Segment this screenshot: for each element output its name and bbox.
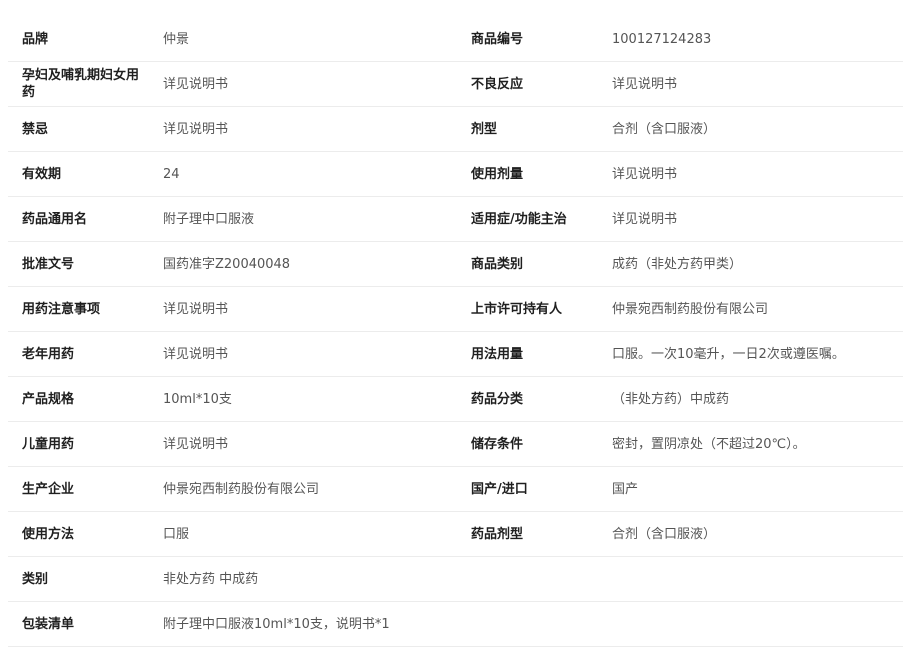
spec-value: 详见说明书: [163, 301, 229, 317]
spec-label: 药品通用名: [22, 211, 88, 227]
spec-row-category: 类别 非处方药 中成药: [8, 557, 903, 602]
spec-label: 不良反应: [471, 76, 524, 92]
spec-label: 商品类别: [471, 256, 524, 272]
spec-value: 国药准字Z20040048: [163, 256, 291, 272]
spec-row-package-list: 包装清单 附子理中口服液10ml*10支，说明书*1: [8, 602, 903, 647]
spec-label: 孕妇及哺乳期妇女用药: [22, 68, 140, 100]
spec-label: 老年用药: [22, 346, 75, 362]
spec-value: 详见说明书: [163, 436, 229, 452]
spec-row-generic-name: 药品通用名 附子理中口服液 适用症/功能主治 详见说明书: [8, 197, 903, 242]
product-spec-table: 品牌 仲景 商品编号 100127124283 孕妇及哺乳期妇女用药 详见说明书…: [8, 17, 903, 647]
spec-row-children: 儿童用药 详见说明书 储存条件 密封，置阴凉处（不超过20℃）。: [8, 422, 903, 467]
spec-value: 合剂（含口服液）: [612, 526, 717, 542]
spec-value: 详见说明书: [163, 346, 229, 362]
spec-value: 10ml*10支: [163, 391, 232, 407]
spec-label: 有效期: [22, 166, 62, 182]
spec-row-shelf-life: 有效期 24 使用剂量 详见说明书: [8, 152, 903, 197]
spec-label: 使用剂量: [471, 166, 524, 182]
spec-value: 成药（非处方药甲类）: [612, 256, 743, 272]
spec-value: 详见说明书: [612, 166, 678, 182]
spec-label: 用药注意事项: [22, 301, 101, 317]
spec-label: 药品分类: [471, 391, 524, 407]
spec-value: 非处方药 中成药: [163, 571, 259, 587]
spec-label: 禁忌: [22, 121, 49, 137]
spec-row-precautions: 用药注意事项 详见说明书 上市许可持有人 仲景宛西制药股份有限公司: [8, 287, 903, 332]
spec-value: 详见说明书: [612, 211, 678, 227]
spec-label: 适用症/功能主治: [471, 211, 567, 227]
spec-value: 国产: [612, 481, 639, 497]
spec-value: 24: [163, 166, 180, 182]
spec-label: 国产/进口: [471, 481, 528, 497]
spec-value: 仲景宛西制药股份有限公司: [163, 481, 320, 497]
spec-value: 详见说明书: [163, 121, 229, 137]
spec-label: 类别: [22, 571, 49, 587]
spec-row-approval-number: 批准文号 国药准字Z20040048 商品类别 成药（非处方药甲类）: [8, 242, 903, 287]
spec-value: 附子理中口服液: [163, 211, 255, 227]
spec-label: 产品规格: [22, 391, 75, 407]
spec-label: 批准文号: [22, 256, 75, 272]
spec-value: （非处方药）中成药: [612, 391, 730, 407]
spec-row-brand: 品牌 仲景 商品编号 100127124283: [8, 17, 903, 62]
spec-value: 附子理中口服液10ml*10支，说明书*1: [163, 616, 390, 632]
spec-label: 生产企业: [22, 481, 75, 497]
spec-label: 用法用量: [471, 346, 524, 362]
spec-row-specification: 产品规格 10ml*10支 药品分类 （非处方药）中成药: [8, 377, 903, 422]
spec-value: 口服。一次10毫升，一日2次或遵医嘱。: [612, 346, 845, 362]
spec-label: 商品编号: [471, 31, 524, 47]
spec-value: 密封，置阴凉处（不超过20℃）。: [612, 436, 806, 452]
spec-value: 详见说明书: [163, 76, 229, 92]
spec-row-manufacturer: 生产企业 仲景宛西制药股份有限公司 国产/进口 国产: [8, 467, 903, 512]
spec-value: 合剂（含口服液）: [612, 121, 717, 137]
spec-value: 仲景宛西制药股份有限公司: [612, 301, 769, 317]
spec-label: 上市许可持有人: [471, 301, 563, 317]
spec-value: 详见说明书: [612, 76, 678, 92]
spec-label: 药品剂型: [471, 526, 524, 542]
spec-value: 100127124283: [612, 31, 712, 47]
spec-row-elderly: 老年用药 详见说明书 用法用量 口服。一次10毫升，一日2次或遵医嘱。: [8, 332, 903, 377]
spec-label: 包装清单: [22, 616, 75, 632]
spec-row-contraindication: 禁忌 详见说明书 剂型 合剂（含口服液）: [8, 107, 903, 152]
spec-row-usage: 使用方法 口服 药品剂型 合剂（含口服液）: [8, 512, 903, 557]
spec-label: 剂型: [471, 121, 498, 137]
spec-value: 仲景: [163, 31, 190, 47]
spec-label: 品牌: [22, 31, 49, 47]
spec-row-pregnancy: 孕妇及哺乳期妇女用药 详见说明书 不良反应 详见说明书: [8, 62, 903, 107]
spec-label: 使用方法: [22, 526, 75, 542]
spec-value: 口服: [163, 526, 190, 542]
spec-label: 储存条件: [471, 436, 524, 452]
spec-label: 儿童用药: [22, 436, 75, 452]
